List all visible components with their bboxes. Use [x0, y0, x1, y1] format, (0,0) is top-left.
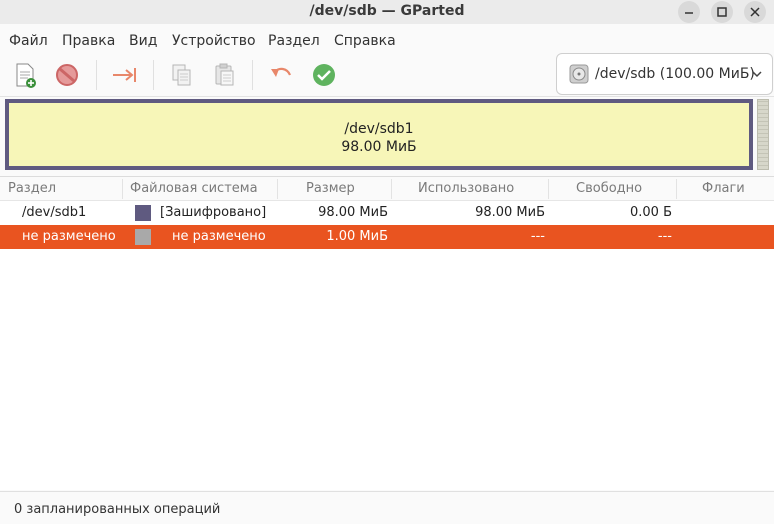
menu-device[interactable]: Устройство — [172, 33, 256, 49]
delete-partition-button[interactable] — [52, 60, 82, 90]
column-header-filesystem[interactable]: Файловая система — [130, 181, 258, 196]
column-separator — [676, 179, 677, 199]
cell-partition: /dev/sdb1 — [22, 205, 87, 220]
apply-button[interactable] — [309, 60, 339, 90]
table-row-selected[interactable]: не размечено не размечено 1.00 МиБ --- -… — [0, 225, 774, 249]
toolbar-separator — [153, 60, 154, 90]
title-bar: /dev/sdb — GParted — [0, 0, 774, 24]
table-header: Раздел Файловая система Размер Использов… — [0, 177, 774, 201]
minimize-icon — [685, 12, 693, 14]
cell-size: 98.00 МиБ — [318, 205, 388, 220]
close-icon — [750, 7, 760, 17]
filesystem-color-swatch — [135, 229, 151, 245]
undo-icon — [271, 67, 292, 77]
disk-map: /dev/sdb1 98.00 МиБ — [0, 97, 774, 175]
column-header-free[interactable]: Свободно — [576, 181, 642, 196]
column-separator — [548, 179, 549, 199]
partition-table: Раздел Файловая система Размер Использов… — [0, 176, 774, 490]
pending-operations-status: 0 запланированных операций — [14, 502, 221, 517]
paste-icon — [215, 63, 234, 86]
minimize-button[interactable] — [678, 1, 700, 23]
copy-icon — [172, 64, 191, 86]
cell-used: --- — [530, 229, 545, 244]
menu-bar: Файл Правка Вид Устройство Раздел Справк… — [0, 24, 774, 54]
delete-partition-icon — [56, 64, 78, 86]
partition-block-sdb1[interactable]: /dev/sdb1 98.00 МиБ — [5, 99, 753, 170]
column-separator — [391, 179, 392, 199]
cell-free: 0.00 Б — [630, 205, 672, 220]
copy-button[interactable] — [167, 60, 197, 90]
new-partition-button[interactable] — [10, 60, 40, 90]
cell-filesystem: не размечено — [172, 229, 266, 244]
paste-button[interactable] — [210, 60, 240, 90]
menu-help[interactable]: Справка — [334, 33, 396, 49]
column-header-flags[interactable]: Флаги — [702, 181, 745, 196]
menu-partition[interactable]: Раздел — [268, 33, 320, 49]
column-header-used[interactable]: Использовано — [418, 181, 514, 196]
maximize-button[interactable] — [711, 1, 733, 23]
unallocated-block[interactable] — [757, 99, 769, 170]
maximize-icon — [717, 7, 727, 17]
chevron-down-icon — [752, 71, 762, 78]
partition-block-size: 98.00 МиБ — [341, 139, 417, 155]
device-label: /dev/sdb (100.00 МиБ) — [595, 66, 755, 82]
toolbar-separator — [252, 60, 253, 90]
window-title: /dev/sdb — GParted — [309, 3, 465, 19]
cell-filesystem: [Зашифровано] — [160, 205, 267, 220]
table-row[interactable]: /dev/sdb1 [Зашифровано] 98.00 МиБ 98.00 … — [0, 201, 774, 225]
partition-block-name: /dev/sdb1 — [344, 121, 414, 137]
column-separator — [277, 179, 278, 199]
menu-view[interactable]: Вид — [129, 33, 157, 49]
close-button[interactable] — [744, 1, 766, 23]
filesystem-color-swatch — [135, 205, 151, 221]
hard-disk-icon — [569, 64, 589, 84]
cell-free: --- — [657, 229, 672, 244]
resize-move-icon — [113, 68, 136, 82]
column-header-size[interactable]: Размер — [306, 181, 355, 196]
cell-size: 1.00 МиБ — [326, 229, 388, 244]
apply-icon — [313, 64, 335, 86]
toolbar-separator — [96, 60, 97, 90]
new-partition-icon — [16, 63, 36, 88]
device-selector[interactable]: /dev/sdb (100.00 МиБ) — [556, 53, 773, 95]
menu-file[interactable]: Файл — [9, 33, 48, 49]
status-bar: 0 запланированных операций — [0, 491, 774, 524]
cell-partition: не размечено — [22, 229, 116, 244]
column-separator — [122, 179, 123, 199]
undo-button[interactable] — [266, 60, 296, 90]
menu-edit[interactable]: Правка — [62, 33, 115, 49]
column-header-partition[interactable]: Раздел — [8, 181, 56, 196]
cell-used: 98.00 МиБ — [475, 205, 545, 220]
resize-move-button[interactable] — [110, 60, 140, 90]
